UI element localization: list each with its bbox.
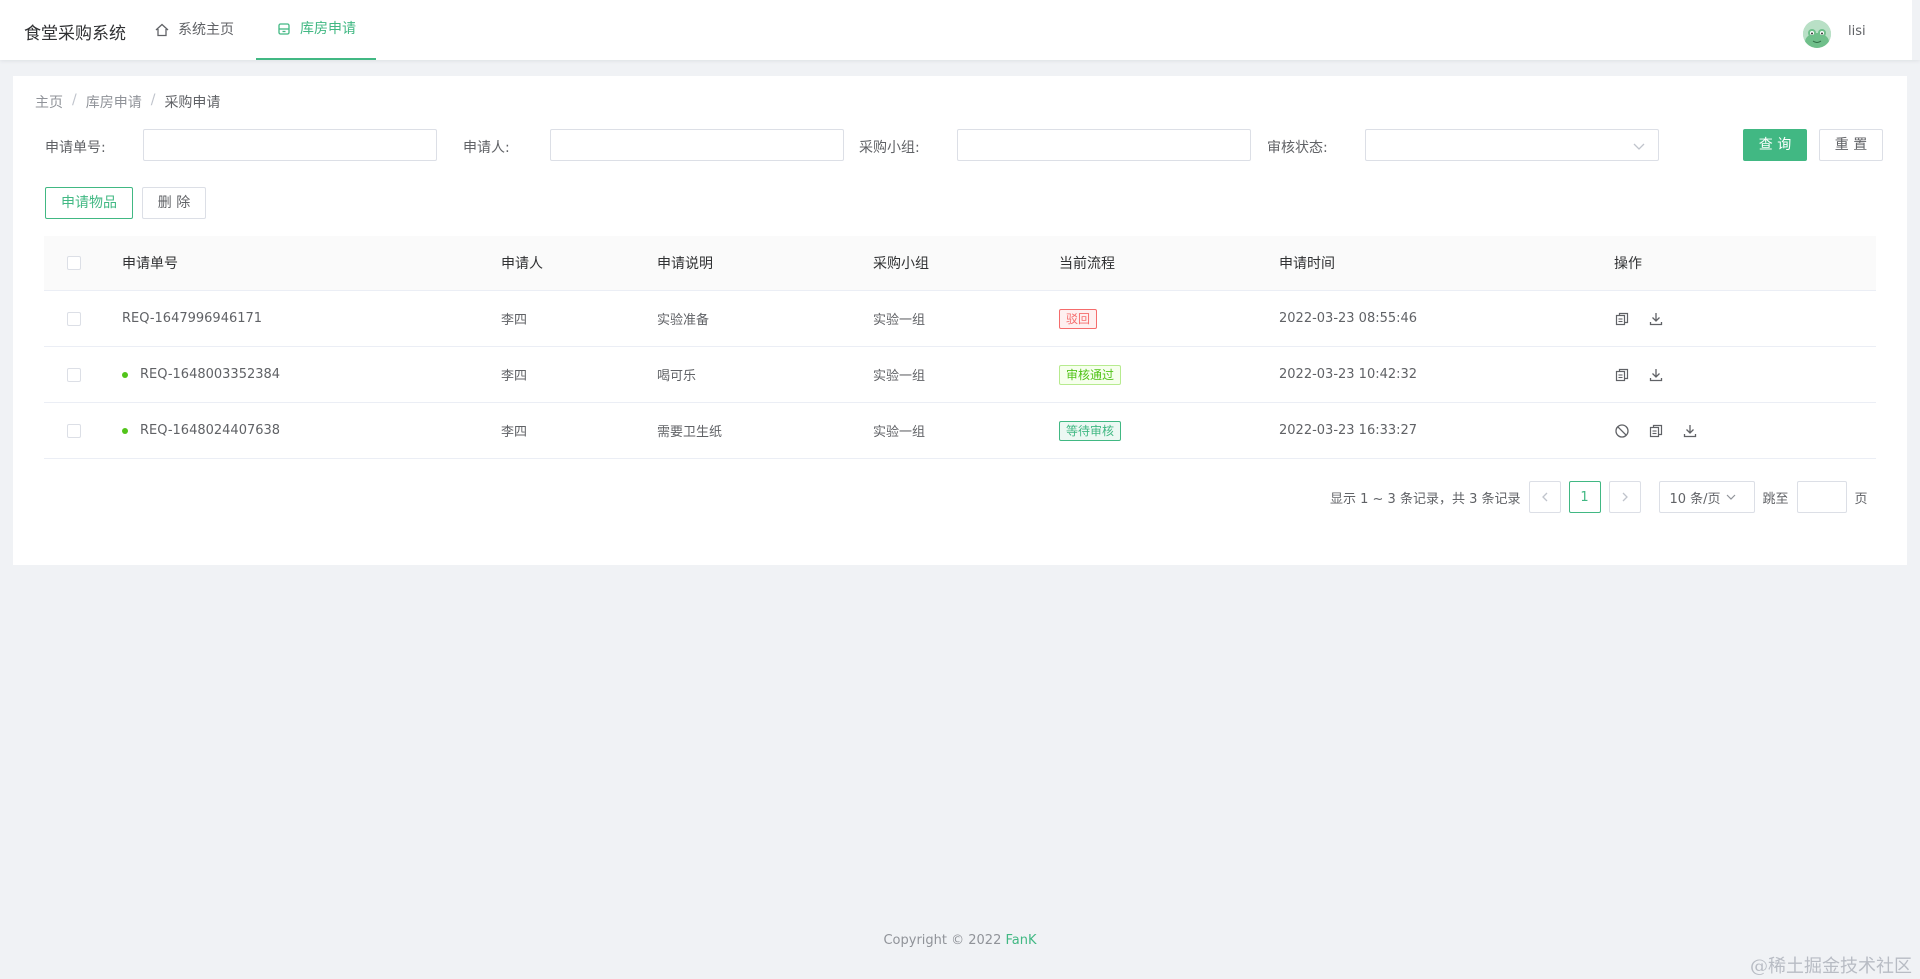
header-time[interactable]: 申请时间	[1279, 236, 1335, 290]
row-desc: 实验准备	[657, 313, 710, 328]
request-table: 申请单号 申请人 申请说明 采购小组 当前流程 申请时间 操作 REQ-1647…	[44, 236, 1876, 459]
new-dot-icon	[122, 427, 128, 434]
reset-button[interactable]: 重 置	[1819, 129, 1883, 161]
download-icon[interactable]	[1648, 367, 1664, 383]
author-link[interactable]: FanK	[1006, 933, 1037, 948]
row-desc: 需要卫生纸	[657, 425, 723, 440]
row-time: 2022-03-23 08:55:46	[1279, 311, 1418, 326]
group-input[interactable]	[957, 129, 1251, 161]
chevron-left-icon	[1541, 492, 1547, 502]
query-button[interactable]: 查 询	[1743, 129, 1807, 161]
applicant-label: 申请人:	[463, 140, 510, 156]
watermark: @稀土掘金技术社区	[1750, 956, 1912, 977]
username[interactable]: lisi	[1848, 24, 1866, 39]
page-size-value: 10 条/页	[1669, 491, 1721, 507]
chevron-right-icon	[1622, 492, 1628, 502]
scrollbar-track[interactable]	[1912, 0, 1920, 60]
prev-page-button[interactable]	[1528, 481, 1561, 513]
table-row[interactable]: REQ-1647996946171 李四 实验准备 实验一组 驳回 2022-0…	[44, 291, 1876, 347]
copy-icon[interactable]	[1614, 311, 1630, 327]
row-applicant: 李四	[501, 369, 528, 384]
row-group: 实验一组	[873, 313, 926, 328]
header-group[interactable]: 采购小组	[873, 236, 929, 290]
new-dot-icon	[122, 371, 128, 378]
req-no-input[interactable]	[143, 129, 437, 161]
nav-store[interactable]: 库房申请	[256, 0, 376, 60]
breadcrumb-separator: /	[72, 92, 77, 108]
status-badge: 驳回	[1059, 308, 1098, 329]
next-page-button[interactable]	[1608, 481, 1641, 513]
header-req-no[interactable]: 申请单号	[122, 236, 178, 290]
status-select[interactable]	[1365, 129, 1659, 161]
header-applicant[interactable]: 申请人	[501, 236, 543, 290]
download-icon[interactable]	[1648, 311, 1664, 327]
main-card: 主页 / 库房申请 / 采购申请 申请单号: 申请人: 采购小组: 审核状态: …	[13, 76, 1907, 565]
copyright-text: Copyright © 2022	[883, 933, 1006, 948]
app-title: 食堂采购系统	[24, 24, 126, 44]
row-checkbox[interactable]	[67, 311, 81, 326]
status-label: 审核状态:	[1267, 140, 1328, 156]
frog-avatar-icon	[1803, 20, 1831, 48]
group-label: 采购小组:	[859, 140, 920, 156]
breadcrumb: 主页 / 库房申请 / 采购申请	[35, 92, 220, 112]
top-header: 食堂采购系统 系统主页 库房申请 lisi	[0, 0, 1920, 60]
nav-home-label: 系统主页	[178, 22, 234, 38]
apply-button[interactable]: 申请物品	[45, 187, 133, 219]
chevron-down-icon	[1633, 143, 1645, 150]
header-actions: 操作	[1614, 256, 1642, 272]
table-row[interactable]: REQ-1648024407638 李四 需要卫生纸 实验一组 等待审核 202…	[44, 403, 1876, 459]
breadcrumb-store[interactable]: 库房申请	[86, 92, 142, 112]
nav-store-label: 库房申请	[300, 21, 356, 37]
row-applicant: 李四	[501, 313, 528, 328]
row-req-no: REQ-1647996946171	[122, 311, 263, 326]
footer: Copyright © 2022 FanK	[0, 933, 1920, 948]
row-group: 实验一组	[873, 369, 926, 384]
row-group: 实验一组	[873, 425, 926, 440]
breadcrumb-current: 采购申请	[164, 95, 221, 111]
copy-icon[interactable]	[1648, 423, 1664, 439]
jump-page-input[interactable]	[1796, 481, 1847, 513]
header-desc[interactable]: 申请说明	[657, 236, 713, 290]
jump-label: 跳至	[1762, 491, 1789, 507]
row-checkbox[interactable]	[67, 423, 81, 438]
delete-button[interactable]: 删 除	[142, 187, 206, 219]
page-1-button[interactable]: 1	[1568, 481, 1601, 513]
download-icon[interactable]	[1682, 423, 1698, 439]
avatar[interactable]	[1803, 20, 1831, 48]
row-req-no: REQ-1648003352384	[140, 367, 281, 382]
breadcrumb-home[interactable]: 主页	[35, 92, 63, 112]
row-req-no: REQ-1648024407638	[140, 423, 281, 438]
home-icon	[155, 23, 169, 37]
row-time: 2022-03-23 10:42:32	[1279, 367, 1418, 382]
row-desc: 喝可乐	[657, 369, 697, 384]
header-flow[interactable]: 当前流程	[1059, 236, 1115, 290]
row-time: 2022-03-23 16:33:27	[1279, 423, 1418, 438]
breadcrumb-separator: /	[150, 92, 156, 108]
req-no-label: 申请单号:	[45, 140, 106, 156]
select-all-checkbox[interactable]	[67, 256, 81, 270]
pagination-summary: 显示 1 ~ 3 条记录，共 3 条记录	[1330, 491, 1521, 507]
row-applicant: 李四	[501, 425, 528, 440]
page-unit-label: 页	[1854, 491, 1868, 507]
applicant-input[interactable]	[550, 129, 844, 161]
cancel-icon[interactable]	[1614, 423, 1630, 439]
pagination: 显示 1 ~ 3 条记录，共 3 条记录 1 10 条/页 跳至 页	[1330, 481, 1868, 513]
chevron-down-icon	[1726, 494, 1735, 500]
box-icon	[278, 23, 290, 35]
table-header: 申请单号 申请人 申请说明 采购小组 当前流程 申请时间 操作	[44, 236, 1876, 291]
row-checkbox[interactable]	[67, 367, 81, 382]
table-row[interactable]: REQ-1648003352384 李四 喝可乐 实验一组 审核通过 2022-…	[44, 347, 1876, 403]
status-badge: 审核通过	[1059, 364, 1122, 385]
status-badge: 等待审核	[1059, 420, 1122, 441]
page-size-select[interactable]: 10 条/页	[1658, 481, 1755, 513]
nav-home[interactable]: 系统主页	[154, 0, 234, 60]
copy-icon[interactable]	[1614, 367, 1630, 383]
